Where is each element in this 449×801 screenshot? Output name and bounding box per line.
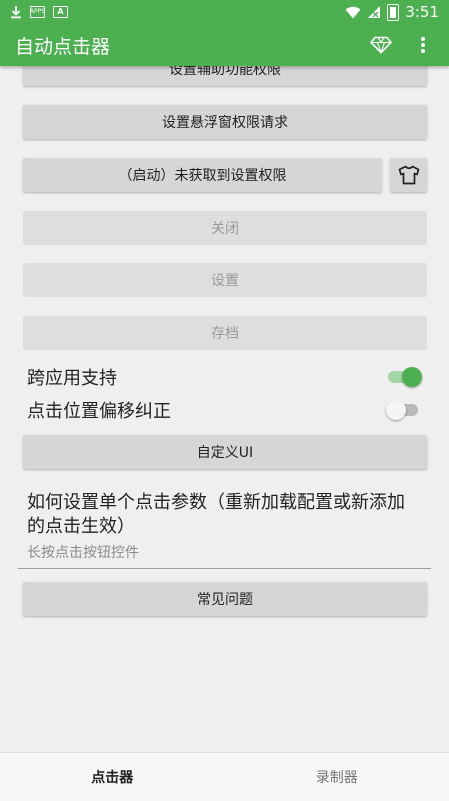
cross-app-switch[interactable] [386, 366, 422, 388]
save-button[interactable]: 存档 [23, 316, 427, 350]
offset-correction-switch[interactable] [386, 399, 422, 421]
help-title: 如何设置单个点击参数（重新加载配置或新添加的点击生效） [27, 491, 422, 539]
app-title: 自动点击器 [0, 32, 110, 59]
main-content: 设置辅助功能权限 设置悬浮窗权限请求 （启动）未获取到设置权限 关闭 设置 存档… [0, 66, 449, 752]
offset-correction-setting: 点击位置偏移纠正 [27, 396, 422, 424]
overlay-permission-button[interactable]: 设置悬浮窗权限请求 [23, 105, 427, 139]
cross-app-label: 跨应用支持 [27, 364, 117, 390]
wifi-icon [345, 6, 361, 19]
tab-clicker[interactable]: 点击器 [0, 753, 225, 801]
diamond-icon[interactable] [369, 33, 393, 57]
offset-correction-label: 点击位置偏移纠正 [27, 397, 171, 423]
settings-button[interactable]: 设置 [23, 263, 427, 297]
status-bar: APPS A 3:51 [0, 0, 449, 24]
cross-app-setting: 跨应用支持 [27, 363, 422, 391]
divider [18, 568, 431, 569]
accessibility-permission-button[interactable]: 设置辅助功能权限 [23, 66, 427, 86]
theme-button[interactable] [390, 158, 427, 192]
bottom-navigation: 点击器 录制器 [0, 752, 449, 801]
app-notification-icon: APPS [30, 6, 45, 18]
signal-icon [367, 5, 381, 19]
download-icon [10, 5, 22, 19]
start-button[interactable]: （启动）未获取到设置权限 [23, 158, 382, 192]
battery-icon [387, 4, 399, 21]
faq-button[interactable]: 常见问题 [23, 582, 427, 616]
tab-recorder[interactable]: 录制器 [225, 753, 449, 801]
help-subtitle: 长按点击按钮控件 [27, 542, 139, 562]
a-notification-icon: A [53, 6, 68, 18]
close-button[interactable]: 关闭 [23, 211, 427, 245]
clock: 3:51 [405, 3, 439, 21]
custom-ui-button[interactable]: 自定义UI [23, 435, 427, 469]
shirt-icon [398, 165, 420, 185]
more-vert-icon[interactable] [411, 33, 435, 57]
app-bar: 自动点击器 [0, 24, 449, 66]
